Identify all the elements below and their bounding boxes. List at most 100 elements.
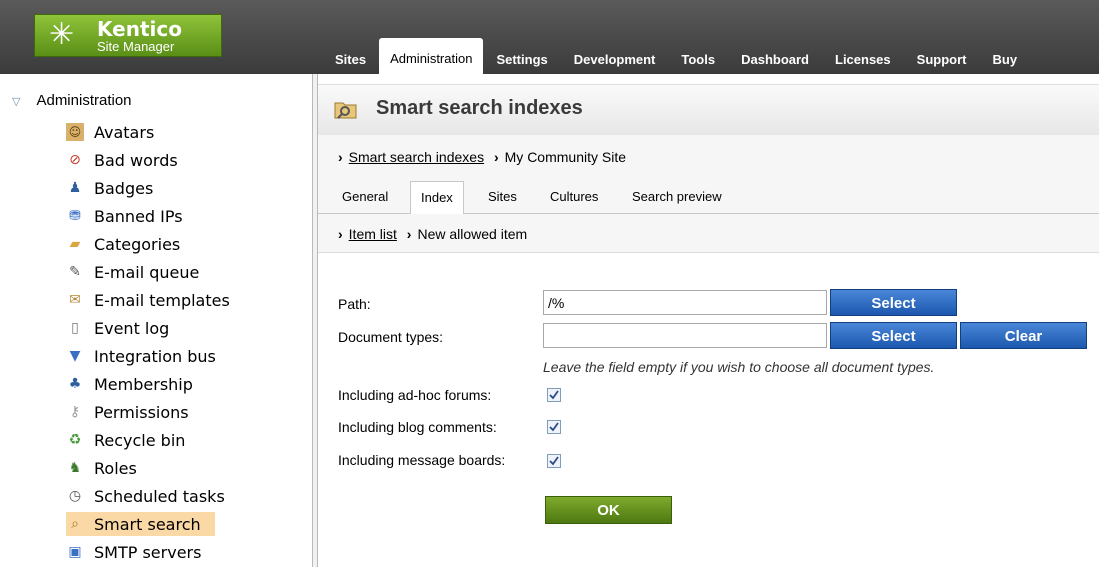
tab-support[interactable]: Support [904,44,980,74]
permissions-icon: ⚷ [69,404,81,420]
event-log-icon: ▯ [71,320,79,336]
sidebar-item-label: Categories [94,234,181,254]
sidebar-item-event-log[interactable]: ▯ Event log [66,316,169,340]
document-types-hint: Leave the field empty if you wish to cho… [543,359,935,375]
sidebar-item-banned-ips[interactable]: ⛃ Banned IPs [66,204,183,228]
tab-settings[interactable]: Settings [483,44,560,74]
document-types-label: Document types: [338,329,444,345]
tree-root-administration[interactable]: ▽ Administration [12,92,132,109]
sidebar-item-label: Avatars [94,122,155,142]
kentico-mark-icon: ✳ [49,18,75,51]
document-types-input[interactable] [543,323,827,348]
roles-icon: ♞ [68,460,82,476]
page-title: Smart search indexes [376,97,583,119]
breadcrumb-arrow-icon: › [493,149,499,165]
sidebar-item-badges[interactable]: ♟ Badges [66,176,154,200]
breadcrumb-link-indexes[interactable]: Smart search indexes [349,149,484,165]
sidebar-item-label: Smart search [94,514,201,534]
avatar-icon: ☺ [66,123,84,141]
tab-general[interactable]: General [342,189,388,204]
sidebar-item-avatars[interactable]: ☺ Avatars [66,120,154,144]
banned-ips-icon: ⛃ [69,208,81,224]
message-boards-label: Including message boards: [338,452,506,468]
smart-search-icon: ⌕ [71,516,79,532]
page-header: Smart search indexes [318,84,1099,136]
breadcrumb-secondary: › Item list › New allowed item [318,214,1099,253]
sidebar-item-categories[interactable]: ▰ Categories [66,232,181,256]
tab-development[interactable]: Development [561,44,669,74]
sidebar-item-label: Bad words [94,150,178,170]
sidebar-item-label: Banned IPs [94,206,183,226]
tab-dashboard[interactable]: Dashboard [728,44,822,74]
sidebar-item-scheduled-tasks[interactable]: ◷ Scheduled tasks [66,484,225,508]
forums-label: Including ad-hoc forums: [338,387,492,403]
sidebar-item-email-queue[interactable]: ✎ E-mail queue [66,260,199,284]
blog-comments-label: Including blog comments: [338,419,497,435]
email-templates-icon: ✉ [69,292,81,308]
sidebar-item-permissions[interactable]: ⚷ Permissions [66,400,189,424]
kentico-logo[interactable]: ✳ Kentico Site Manager [34,14,222,57]
smart-search-folder-icon [334,98,358,122]
integration-bus-icon: ▼ [69,348,81,364]
membership-icon: ♣ [68,376,82,392]
sidebar-item-label: Roles [94,458,137,478]
tab-administration[interactable]: Administration [379,38,484,74]
email-queue-icon: ✎ [69,264,81,280]
breadcrumb: › Smart search indexes › My Community Site [318,135,1099,179]
sidebar-item-membership[interactable]: ♣ Membership [66,372,193,396]
logo-subtitle: Site Manager [97,39,175,54]
tab-search-preview[interactable]: Search preview [632,189,722,204]
tab-licenses[interactable]: Licenses [822,44,904,74]
sidebar-item-label: Badges [94,178,154,198]
collapse-arrow-icon[interactable]: ▽ [12,96,20,108]
sidebar-item-label: Scheduled tasks [94,486,225,506]
sidebar-item-integration-bus[interactable]: ▼ Integration bus [66,344,216,368]
ok-button[interactable]: OK [545,496,672,524]
sidebar-item-label: Recycle bin [94,430,186,450]
index-tabs: General Index Sites Cultures Search prev… [318,179,1099,214]
categories-icon: ▰ [69,236,81,252]
logo-title: Kentico [97,17,182,41]
sidebar-item-label: E-mail queue [94,262,200,282]
scheduled-tasks-icon: ◷ [68,488,82,504]
document-types-select-button[interactable]: Select [830,322,957,349]
tab-sites[interactable]: Sites [322,44,379,74]
sidebar-item-recycle-bin[interactable]: ♻ Recycle bin [66,428,186,452]
sidebar-item-label: E-mail templates [94,290,230,310]
tab-tools[interactable]: Tools [668,44,728,74]
message-boards-checkbox[interactable] [547,454,561,468]
main-panel: Smart search indexes › Smart search index… [318,74,1099,567]
breadcrumb-link-item-list[interactable]: Item list [349,226,397,242]
smtp-servers-icon: ▣ [68,544,82,560]
path-input[interactable] [543,290,827,315]
sidebar-item-label: SMTP servers [94,542,202,562]
sidebar-item-smtp-servers[interactable]: ▣ SMTP servers [66,540,201,564]
breadcrumb-current: New allowed item [417,226,528,242]
bad-words-icon: ⊘ [69,152,81,168]
blog-comments-checkbox[interactable] [547,420,561,434]
sidebar-item-roles[interactable]: ♞ Roles [66,456,137,480]
breadcrumb-arrow-icon: › [406,226,412,242]
document-types-clear-button[interactable]: Clear [960,322,1087,349]
badges-icon: ♟ [68,180,82,196]
tab-cultures[interactable]: Cultures [550,189,598,204]
tree-root-label: Administration [36,92,132,109]
admin-tree: ▽ Administration ☺ Avatars ⊘ Bad words ♟ … [0,74,312,567]
tab-sites[interactable]: Sites [488,189,517,204]
recycle-bin-icon: ♻ [68,432,82,448]
main-tabs: Sites Administration Settings Developmen… [322,38,1030,74]
sidebar-item-label: Event log [94,318,170,338]
path-label: Path: [338,296,371,312]
breadcrumb-arrow-icon: › [338,226,343,242]
tab-index[interactable]: Index [410,181,464,214]
sidebar-item-email-templates[interactable]: ✉ E-mail templates [66,288,230,312]
forums-checkbox[interactable] [547,388,561,402]
breadcrumb-arrow-icon: › [338,149,343,165]
path-select-button[interactable]: Select [830,289,957,316]
tab-buy[interactable]: Buy [979,44,1030,74]
sidebar-item-smart-search[interactable]: ⌕ Smart search [66,512,215,536]
top-bar: ✳ Kentico Site Manager Sites Administrat… [0,0,1099,74]
sidebar-item-label: Permissions [94,402,189,422]
sidebar-item-bad-words[interactable]: ⊘ Bad words [66,148,178,172]
breadcrumb-current: My Community Site [504,149,626,165]
